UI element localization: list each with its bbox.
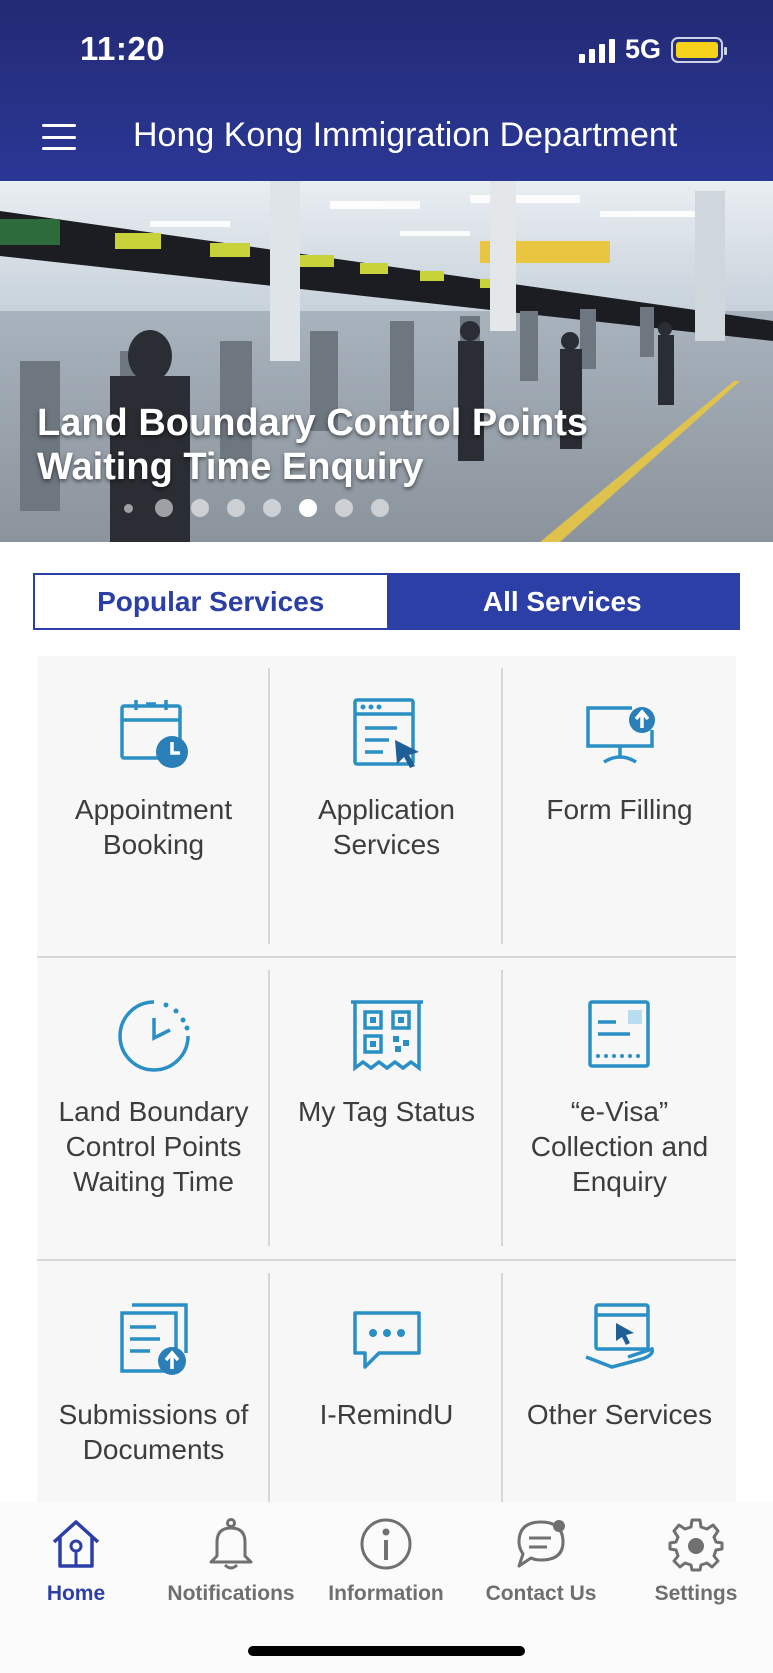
e-visa-icon bbox=[587, 1000, 650, 1068]
service-label: “e-Visa” Collection and Enquiry bbox=[530, 1096, 709, 1197]
nav-information[interactable]: Information bbox=[311, 1516, 461, 1606]
services-tab-switcher: Popular Services All Services bbox=[33, 573, 740, 630]
status-indicators: 5G bbox=[578, 34, 727, 65]
service-label: Land Boundary Control Points Waiting Tim… bbox=[58, 1096, 249, 1197]
nav-home[interactable]: Home bbox=[1, 1516, 151, 1606]
banner-carousel[interactable]: Land Boundary Control Points Waiting Tim… bbox=[0, 181, 773, 542]
tab-popular-services[interactable]: Popular Services bbox=[35, 575, 387, 628]
battery-icon bbox=[671, 36, 727, 63]
carousel-dot-active[interactable] bbox=[299, 499, 317, 517]
bell-icon bbox=[209, 1518, 253, 1570]
monitor-upload-icon bbox=[585, 706, 655, 764]
carousel-indicators bbox=[120, 499, 389, 517]
banner-caption[interactable]: Land Boundary Control Points Waiting Tim… bbox=[37, 401, 717, 489]
info-icon bbox=[360, 1518, 412, 1570]
timer-icon bbox=[117, 1000, 190, 1072]
nav-label: Contact Us bbox=[485, 1582, 597, 1605]
home-icon bbox=[52, 1520, 100, 1568]
network-type: 5G bbox=[624, 34, 661, 64]
service-label: Application Services bbox=[318, 794, 455, 860]
service-label: Form Filling bbox=[546, 794, 693, 825]
bottom-navigation: Home Notifications Information Contact U… bbox=[0, 1502, 773, 1673]
page-title: Hong Kong Immigration Department bbox=[133, 116, 678, 154]
status-time: 11:20 bbox=[80, 30, 166, 67]
service-form-filling[interactable]: Form Filling bbox=[503, 656, 736, 958]
carousel-dot[interactable] bbox=[191, 499, 209, 517]
service-label: My Tag Status bbox=[298, 1096, 475, 1127]
document-upload-icon bbox=[119, 1303, 188, 1375]
hamburger-menu-icon[interactable] bbox=[42, 124, 76, 150]
chat-icon bbox=[517, 1520, 565, 1568]
service-other-services[interactable]: Other Services bbox=[503, 1261, 736, 1502]
nav-notifications[interactable]: Notifications bbox=[156, 1516, 306, 1606]
nav-label: Information bbox=[328, 1582, 444, 1605]
service-e-visa[interactable]: “e-Visa” Collection and Enquiry bbox=[503, 958, 736, 1260]
service-submissions-of-documents[interactable]: Submissions of Documents bbox=[37, 1261, 270, 1502]
service-appointment-booking[interactable]: Appointment Booking bbox=[37, 656, 270, 958]
carousel-dot[interactable] bbox=[227, 499, 245, 517]
carousel-dot[interactable] bbox=[263, 499, 281, 517]
nav-label: Notifications bbox=[167, 1582, 295, 1605]
nav-label: Settings bbox=[654, 1582, 738, 1605]
service-label: I-RemindU bbox=[319, 1399, 454, 1430]
carousel-dot[interactable] bbox=[155, 499, 173, 517]
tab-all-services[interactable]: All Services bbox=[386, 575, 738, 628]
calendar-clock-icon bbox=[119, 700, 188, 768]
nav-label: Home bbox=[46, 1582, 106, 1605]
carousel-dot[interactable] bbox=[335, 499, 353, 517]
carousel-dot[interactable] bbox=[371, 499, 389, 517]
form-cursor-icon bbox=[352, 698, 419, 768]
nav-settings[interactable]: Settings bbox=[621, 1516, 771, 1606]
carousel-dot[interactable] bbox=[124, 503, 133, 513]
app-header: 11:20 5G Hong Kong Immigration Departmen… bbox=[0, 0, 773, 181]
service-label: Appointment Booking bbox=[74, 794, 233, 860]
chat-bubble-icon bbox=[352, 1311, 421, 1369]
gear-icon bbox=[668, 1518, 724, 1572]
qr-tag-icon bbox=[350, 1000, 423, 1072]
signal-icon bbox=[578, 37, 615, 63]
service-i-remindu[interactable]: I-RemindU bbox=[270, 1261, 503, 1502]
service-label: Submissions of Documents bbox=[58, 1399, 249, 1465]
service-label: Other Services bbox=[526, 1399, 713, 1430]
service-application-services[interactable]: Application Services bbox=[270, 656, 503, 958]
hand-screen-icon bbox=[584, 1303, 654, 1369]
home-indicator[interactable] bbox=[248, 1646, 525, 1656]
service-waiting-time[interactable]: Land Boundary Control Points Waiting Tim… bbox=[37, 958, 270, 1260]
nav-contact-us[interactable]: Contact Us bbox=[466, 1516, 616, 1606]
services-grid: Appointment Booking Application Services… bbox=[37, 656, 736, 1502]
service-my-tag-status[interactable]: My Tag Status bbox=[270, 958, 503, 1260]
